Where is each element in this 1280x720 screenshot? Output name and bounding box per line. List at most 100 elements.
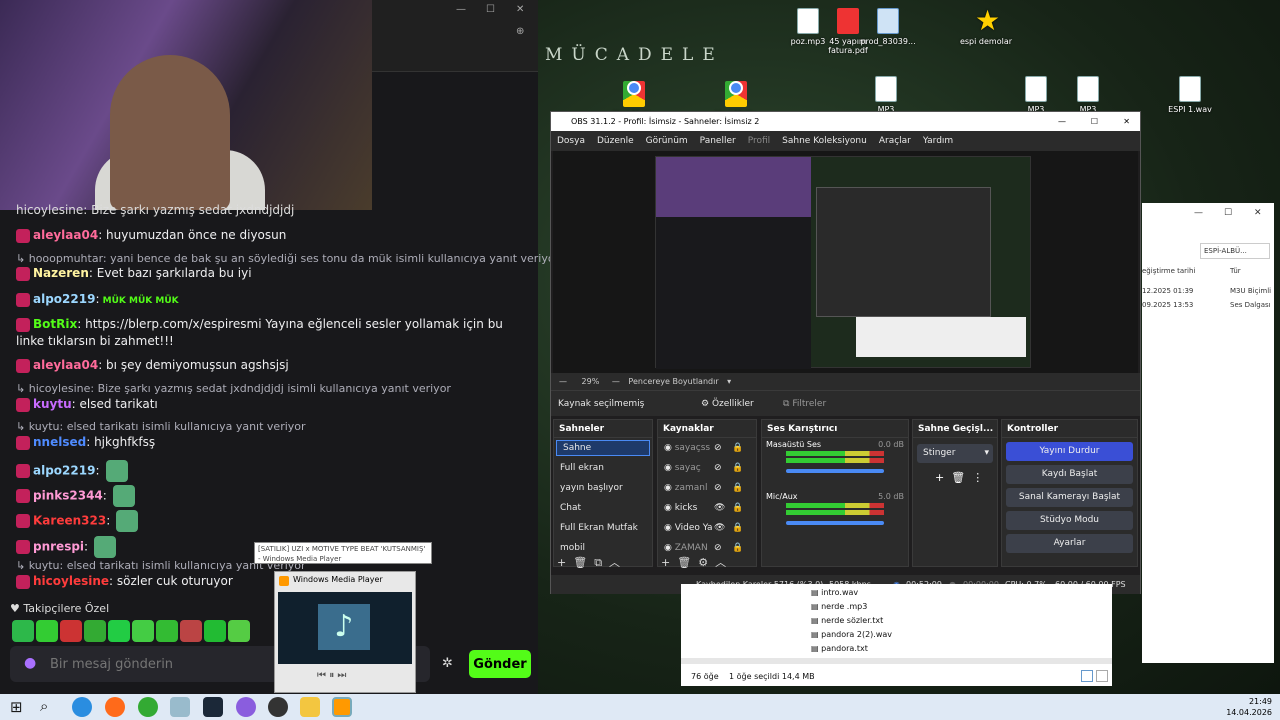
chat-username[interactable]: kuytu [33, 397, 72, 411]
chat-username[interactable]: Nazeren [33, 266, 89, 280]
obs-menu-görünüm[interactable]: Görünüm [646, 136, 688, 146]
properties-button[interactable]: ⚙ Özellikler [701, 391, 754, 417]
obs-icon[interactable] [268, 697, 288, 717]
file-row[interactable]: ▤ pandora 2(2).wav [811, 630, 892, 639]
source-item[interactable]: ◉ Video Ya 👁 🔒 [658, 518, 756, 538]
volume-slider[interactable] [786, 521, 884, 525]
chat-username[interactable]: hicoylesine [33, 574, 109, 588]
details-view-icon[interactable] [1081, 670, 1093, 682]
scene-item[interactable]: Chat [554, 498, 652, 518]
file-explorer-icon[interactable] [300, 697, 320, 717]
zoom-icon[interactable]: ⊕ [516, 26, 524, 37]
edge-icon[interactable] [72, 697, 92, 717]
visibility-icon[interactable]: 👁 [714, 498, 725, 518]
obs-menu-paneller[interactable]: Paneller [700, 136, 736, 146]
maximize-icon[interactable]: ☐ [1224, 208, 1232, 218]
lock-icon[interactable]: 🔒 [732, 518, 743, 538]
trash-icon[interactable]: 🗑 [677, 556, 691, 569]
zoom-in-icon[interactable]: — [612, 377, 620, 386]
discord-icon[interactable] [236, 697, 256, 717]
add-icon[interactable]: + [935, 471, 944, 484]
chat-username[interactable]: BotRix [33, 317, 77, 331]
gear-icon[interactable]: ⚙ [698, 556, 708, 569]
chat-username[interactable]: aleylaa04 [33, 228, 98, 242]
lock-icon[interactable]: 🔒 [732, 478, 743, 498]
chevron-up-icon[interactable]: ︿ [715, 556, 726, 569]
emote-icon[interactable] [180, 620, 202, 642]
control-button-1[interactable]: Kaydı Başlat [1006, 465, 1133, 484]
source-item[interactable]: ◉ sayaçss ⊘ 🔒 [658, 438, 756, 458]
previous-icon[interactable]: ⏮ [317, 670, 326, 681]
control-button-0[interactable]: Yayını Durdur [1006, 442, 1133, 461]
tiles-view-icon[interactable] [1096, 670, 1108, 682]
chat-username[interactable]: pnrespi [33, 540, 84, 554]
source-item[interactable]: ◉ zamanl ⊘ 🔒 [658, 478, 756, 498]
chat-username[interactable]: alpo2219 [33, 464, 95, 478]
visibility-icon[interactable]: ⊘ [714, 478, 722, 498]
volume-slider[interactable] [786, 469, 884, 473]
close-icon[interactable]: ✕ [1123, 112, 1130, 131]
chrome-icon[interactable] [138, 697, 158, 717]
scene-item[interactable]: Full Ekran Mutfak [554, 518, 652, 538]
add-icon[interactable]: + [557, 556, 566, 569]
close-icon[interactable]: ✕ [516, 4, 524, 15]
emote-icon[interactable] [108, 620, 130, 642]
wmp-taskbar-icon[interactable] [332, 697, 352, 717]
obs-preview-area[interactable] [553, 151, 1138, 373]
visibility-icon[interactable]: ⊘ [714, 438, 722, 458]
zoom-level[interactable]: 29% [582, 377, 600, 386]
emote-icon[interactable] [156, 620, 178, 642]
start-windows-icon[interactable]: ⊞ [10, 698, 23, 716]
minimize-icon[interactable]: — [1058, 112, 1066, 131]
desktop-icon[interactable]: prod_83039... [852, 8, 924, 46]
emote-icon[interactable] [204, 620, 226, 642]
obs-menu-dosya[interactable]: Dosya [557, 136, 585, 146]
source-item[interactable]: ◉ sayaç ⊘ 🔒 [658, 458, 756, 478]
fit-window-button[interactable]: Pencereye Boyutlandır [628, 377, 718, 386]
send-button[interactable]: Gönder [469, 650, 531, 678]
scene-item[interactable]: Full ekran [554, 458, 652, 478]
column-date[interactable]: eğiştirme tarihi [1142, 267, 1195, 275]
desktop-icon[interactable]: ★ espi demolar [950, 7, 1022, 47]
horizontal-scrollbar[interactable] [681, 658, 1112, 664]
transition-select[interactable]: Stinger ▾ [917, 444, 993, 463]
obs-menu-araçlar[interactable]: Araçlar [879, 136, 911, 146]
minimize-icon[interactable]: — [456, 4, 466, 15]
emote-bar[interactable] [12, 620, 252, 642]
chat-username[interactable]: aleylaa04 [33, 358, 98, 372]
scene-item[interactable]: yayın başlıyor [554, 478, 652, 498]
desktop-icon[interactable]: ESPI 1.wav [1154, 76, 1226, 114]
trash-icon[interactable]: 🗑 [951, 471, 965, 484]
steam-icon[interactable] [203, 697, 223, 717]
emote-icon[interactable] [60, 620, 82, 642]
chat-username[interactable]: pinks2344 [33, 489, 103, 503]
search-icon[interactable]: ⌕ [40, 697, 48, 715]
obs-menu-düzenle[interactable]: Düzenle [597, 136, 634, 146]
chevron-up-icon[interactable]: ︿ [609, 556, 620, 569]
file-row[interactable]: ▤ intro.wav [811, 588, 858, 597]
microphone-icon[interactable]: ● [24, 655, 36, 671]
file-row[interactable]: ▤ pandora.txt [811, 644, 868, 653]
chat-username[interactable]: alpo2219 [33, 292, 95, 306]
search-box[interactable]: ESPİ-ALBÜ... [1200, 243, 1270, 259]
emote-icon[interactable] [12, 620, 34, 642]
trash-icon[interactable]: 🗑 [573, 556, 587, 569]
maximize-icon[interactable]: ☐ [486, 4, 495, 15]
obs-preview-canvas[interactable] [655, 156, 1031, 369]
chat-username[interactable]: nnelsed [33, 435, 86, 449]
filter-icon[interactable]: ⧉ [594, 556, 602, 569]
desktop-icon[interactable]: MP3 [1052, 76, 1124, 114]
chevron-down-icon[interactable]: ▾ [727, 377, 731, 386]
obs-menu-yardım[interactable]: Yardım [923, 136, 953, 146]
system-clock[interactable]: 21:49 14.04.2026 [1226, 696, 1272, 718]
chat-username[interactable]: Kareen323 [33, 514, 106, 528]
more-icon[interactable]: ⋮ [972, 471, 983, 484]
lock-icon[interactable]: 🔒 [732, 458, 743, 478]
source-item[interactable]: ◉ kicks 👁 🔒 [658, 498, 756, 518]
emote-icon[interactable] [132, 620, 154, 642]
lock-icon[interactable]: 🔒 [732, 538, 743, 558]
emote-icon[interactable] [36, 620, 58, 642]
control-button-2[interactable]: Sanal Kamerayı Başlat [1006, 488, 1133, 507]
scene-item[interactable]: Sahne [556, 440, 650, 456]
desktop-icon[interactable]: MP3 [850, 76, 922, 114]
